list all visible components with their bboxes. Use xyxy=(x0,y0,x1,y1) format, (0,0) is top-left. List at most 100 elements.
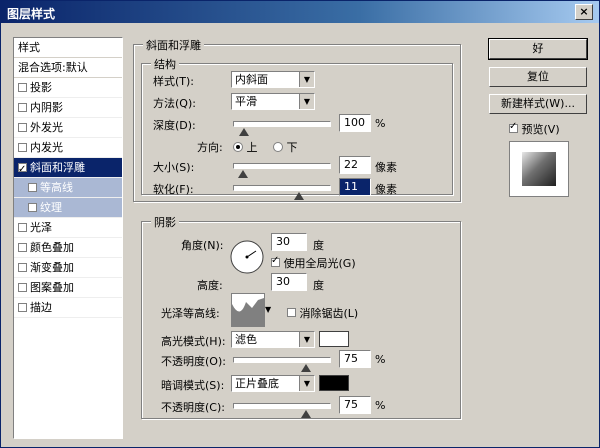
direction-label: 方向: xyxy=(197,141,223,154)
angle-dial[interactable] xyxy=(229,239,265,275)
style-item-checkbox[interactable] xyxy=(18,303,27,312)
direction-up-radio[interactable] xyxy=(233,142,243,152)
soften-slider-thumb[interactable] xyxy=(294,192,305,200)
style-item-label: 描边 xyxy=(30,301,52,314)
style-item-checkbox[interactable] xyxy=(18,83,27,92)
depth-label: 深度(D): xyxy=(153,119,196,132)
soften-input[interactable]: 11 xyxy=(339,178,371,196)
soften-slider[interactable] xyxy=(233,185,331,200)
style-item[interactable]: 颜色叠加 xyxy=(14,238,122,258)
style-item[interactable]: 内阴影 xyxy=(14,98,122,118)
style-item-checkbox[interactable] xyxy=(18,123,27,132)
style-item-label: 光泽 xyxy=(30,221,52,234)
shading-group-title: 阴影 xyxy=(151,214,179,230)
highlight-mode-value: 滤色 xyxy=(235,333,257,346)
altitude-input[interactable]: 30 xyxy=(271,273,307,291)
style-item[interactable]: 斜面和浮雕 xyxy=(14,158,122,179)
style-item-checkbox[interactable] xyxy=(28,203,37,212)
style-item[interactable]: 外发光 xyxy=(14,118,122,138)
window-title: 图层样式 xyxy=(7,7,56,21)
chevron-down-icon: ▼ xyxy=(299,376,314,391)
direction-up-option[interactable]: 上 xyxy=(233,139,258,155)
depth-input[interactable]: 100 xyxy=(339,114,371,132)
global-light-checkbox[interactable] xyxy=(271,255,280,267)
angle-label: 角度(N): xyxy=(181,239,224,252)
contour-curve-icon xyxy=(232,298,264,326)
highlight-opacity-thumb[interactable] xyxy=(301,364,311,372)
style-preview-box xyxy=(509,141,569,197)
shadow-mode-value: 正片叠底 xyxy=(235,377,279,390)
style-item-label: 等高线 xyxy=(40,181,73,194)
style-item-checkbox[interactable] xyxy=(18,243,27,252)
preview-checkbox[interactable] xyxy=(509,121,518,133)
antialias-checkbox[interactable] xyxy=(287,308,296,317)
style-item-label: 投影 xyxy=(30,81,52,94)
highlight-opacity-label: 不透明度(O): xyxy=(161,355,226,368)
angle-input[interactable]: 30 xyxy=(271,233,307,251)
style-item-label: 斜面和浮雕 xyxy=(30,161,85,174)
depth-slider-thumb[interactable] xyxy=(238,128,249,136)
style-item[interactable]: 等高线 xyxy=(14,178,122,198)
highlight-color-swatch[interactable] xyxy=(319,331,349,347)
size-label: 大小(S): xyxy=(153,161,195,174)
style-item-checkbox[interactable] xyxy=(18,143,27,152)
shadow-mode-select[interactable]: 正片叠底 ▼ xyxy=(231,375,315,392)
depth-unit: % xyxy=(375,117,386,130)
style-item-checkbox[interactable] xyxy=(18,283,27,292)
style-item[interactable]: 图案叠加 xyxy=(14,278,122,298)
shadow-opacity-input[interactable]: 75 xyxy=(339,396,371,414)
style-item[interactable]: 描边 xyxy=(14,298,122,318)
style-item-label: 内阴影 xyxy=(30,101,63,114)
global-light-label: 使用全局光(G) xyxy=(283,257,356,270)
preview-option[interactable]: 预览(V) xyxy=(509,121,560,137)
direction-down-text: 下 xyxy=(286,141,298,154)
style-item[interactable]: 光泽 xyxy=(14,218,122,238)
chevron-down-icon: ▼ xyxy=(299,94,314,109)
style-item-checkbox[interactable] xyxy=(28,183,37,192)
style-item-checkbox[interactable] xyxy=(18,263,27,272)
highlight-opacity-unit: % xyxy=(375,353,386,366)
size-slider[interactable] xyxy=(233,163,331,178)
structure-group-title: 结构 xyxy=(151,56,179,72)
contour-dropdown-icon[interactable]: ▼ xyxy=(265,305,271,314)
size-unit: 像素 xyxy=(375,161,397,174)
shadow-color-swatch[interactable] xyxy=(319,375,349,391)
highlight-opacity-slider[interactable] xyxy=(233,357,331,372)
style-item[interactable]: 渐变叠加 xyxy=(14,258,122,278)
shadow-opacity-unit: % xyxy=(375,399,386,412)
ok-button[interactable]: 好 xyxy=(488,38,588,60)
close-icon[interactable]: × xyxy=(575,4,593,20)
highlight-mode-select[interactable]: 滤色 ▼ xyxy=(231,331,315,348)
gloss-contour-preview[interactable] xyxy=(231,293,265,327)
style-item[interactable]: 投影 xyxy=(14,78,122,98)
soften-unit: 像素 xyxy=(375,183,397,196)
highlight-opacity-input[interactable]: 75 xyxy=(339,350,371,368)
style-item-checkbox[interactable] xyxy=(18,103,27,112)
style-item-label: 外发光 xyxy=(30,121,63,134)
styles-header[interactable]: 样式 xyxy=(14,38,122,58)
direction-down-radio[interactable] xyxy=(273,142,283,152)
global-light-option[interactable]: 使用全局光(G) xyxy=(271,255,356,271)
blend-options-item[interactable]: 混合选项:默认 xyxy=(14,58,122,78)
reset-button[interactable]: 复位 xyxy=(489,67,587,87)
style-item[interactable]: 内发光 xyxy=(14,138,122,158)
antialias-option[interactable]: 消除锯齿(L) xyxy=(287,305,358,321)
style-select-value: 内斜面 xyxy=(235,73,268,86)
technique-select[interactable]: 平滑 ▼ xyxy=(231,93,315,110)
direction-down-option[interactable]: 下 xyxy=(273,139,298,155)
technique-label: 方法(Q): xyxy=(153,97,196,110)
style-select[interactable]: 内斜面 ▼ xyxy=(231,71,315,88)
shadow-opacity-thumb[interactable] xyxy=(301,410,311,418)
style-item-checkbox[interactable] xyxy=(18,223,27,232)
highlight-mode-label: 高光模式(H): xyxy=(161,335,226,348)
altitude-unit: 度 xyxy=(313,279,324,292)
style-item-checkbox[interactable] xyxy=(18,160,27,179)
new-style-button[interactable]: 新建样式(W)... xyxy=(489,94,587,114)
size-slider-thumb[interactable] xyxy=(237,170,248,178)
size-input[interactable]: 22 xyxy=(339,156,371,174)
depth-slider[interactable] xyxy=(233,121,331,136)
style-item[interactable]: 纹理 xyxy=(14,198,122,218)
shadow-opacity-slider[interactable] xyxy=(233,403,331,418)
title-bar[interactable]: 图层样式 × xyxy=(1,1,599,23)
chevron-down-icon: ▼ xyxy=(299,332,314,347)
